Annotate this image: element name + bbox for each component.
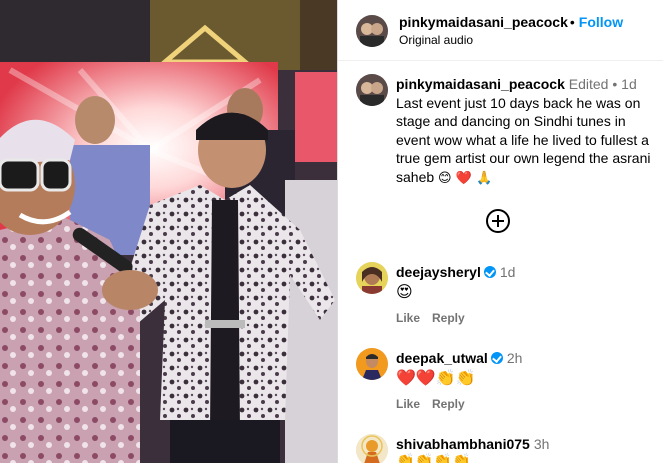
comment-avatar[interactable] bbox=[356, 434, 388, 463]
caption-time: 1d bbox=[621, 76, 637, 92]
comment-header: deejaysheryl 1d bbox=[396, 264, 515, 280]
caption-text: Last event just 10 days back he was on s… bbox=[396, 94, 651, 185]
comment-text: ❤️❤️👏👏 bbox=[396, 368, 476, 387]
comment-text: 😍 bbox=[396, 282, 413, 301]
author-line: pinkymaidasani_peacock • Follow bbox=[399, 14, 623, 30]
avatar-image bbox=[356, 348, 388, 380]
post-header: pinkymaidasani_peacock • Follow Original a… bbox=[338, 0, 663, 61]
comment-avatar[interactable] bbox=[356, 262, 388, 294]
caption-emojis: 😊 ❤️ 🙏 bbox=[438, 170, 493, 186]
comment-username[interactable]: deejaysheryl bbox=[396, 264, 481, 280]
comment-text: 👏👏👏👏 bbox=[396, 452, 471, 463]
post-side-panel: pinkymaidasani_peacock • Follow Original a… bbox=[337, 0, 663, 463]
comment-header: deepak_utwal 2h bbox=[396, 350, 522, 366]
caption-edited: Edited bbox=[568, 76, 609, 92]
load-more-comments-icon[interactable] bbox=[486, 209, 510, 233]
verified-badge-icon bbox=[483, 266, 496, 278]
comment-actions: Like Reply bbox=[396, 397, 477, 411]
caption: pinkymaidasani_peacock Edited • 1d Last … bbox=[396, 75, 654, 188]
caption-dot: • bbox=[612, 76, 618, 92]
audio-label[interactable]: Original audio bbox=[399, 33, 473, 47]
comment-header: shivabhambhani075 3h bbox=[396, 436, 549, 452]
caption-username[interactable]: pinkymaidasani_peacock bbox=[396, 76, 565, 92]
comment-username[interactable]: shivabhambhani075 bbox=[396, 436, 530, 452]
reply-button[interactable]: Reply bbox=[432, 397, 465, 411]
comment-time: 3h bbox=[533, 436, 550, 452]
like-button[interactable]: Like bbox=[396, 311, 420, 325]
avatar-image bbox=[356, 262, 388, 294]
reply-button[interactable]: Reply bbox=[432, 311, 465, 325]
follow-button[interactable]: Follow bbox=[579, 14, 623, 30]
comment-time: 2h bbox=[506, 350, 523, 366]
like-button[interactable]: Like bbox=[396, 397, 420, 411]
post-video[interactable] bbox=[0, 0, 337, 463]
comment-time: 1d bbox=[499, 264, 516, 280]
caption-text-block: Last event just 10 days back he was on s… bbox=[396, 94, 654, 189]
author-username[interactable]: pinkymaidasani_peacock bbox=[399, 14, 568, 30]
avatar-image bbox=[356, 74, 388, 106]
avatar-image bbox=[356, 15, 388, 47]
comment-username[interactable]: deepak_utwal bbox=[396, 350, 488, 366]
avatar-image bbox=[356, 434, 388, 463]
caption-meta-line: pinkymaidasani_peacock Edited • 1d bbox=[396, 75, 654, 94]
comment-actions: Like Reply bbox=[396, 311, 477, 325]
separator-dot: • bbox=[569, 14, 575, 30]
verified-badge-icon bbox=[490, 352, 503, 364]
comment-avatar[interactable] bbox=[356, 348, 388, 380]
video-frame bbox=[0, 0, 337, 463]
caption-avatar[interactable] bbox=[356, 74, 388, 106]
author-avatar[interactable] bbox=[356, 15, 388, 47]
